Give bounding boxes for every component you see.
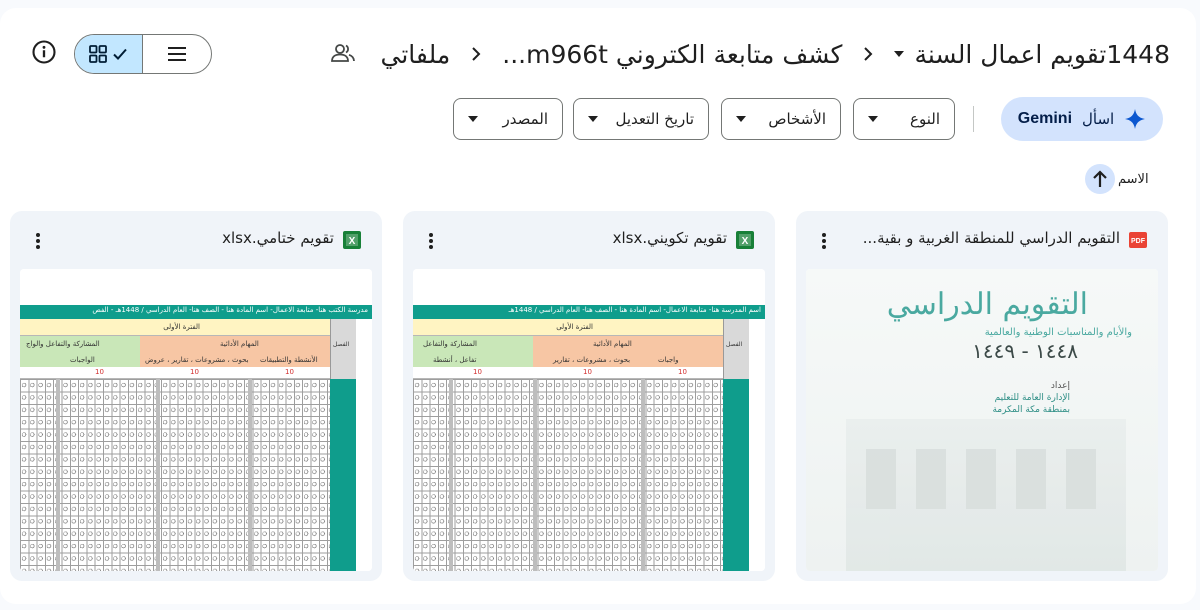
sheet-period-row: الفترة الأولى	[413, 319, 723, 336]
sheet-cells	[413, 379, 723, 571]
caret-down-icon	[894, 51, 905, 57]
more-vert-icon[interactable]	[812, 229, 836, 253]
calendar-years: ١٤٤٨ - ١٤٤٩	[972, 339, 1078, 363]
breadcrumb-folder[interactable]: كشف متابعة الكتروني m966t...	[502, 40, 842, 69]
pdf-icon: PDF	[1129, 232, 1147, 248]
list-icon	[168, 47, 186, 61]
sheet-score-row: 10 10 10	[413, 367, 723, 379]
gemini-brand: Gemini	[1017, 110, 1073, 127]
filter-people-label: الأشخاص	[768, 110, 826, 128]
file-card-xlsx[interactable]: X تقويم تكويني.xlsx اسم المدرسة هنا- متا…	[403, 211, 775, 581]
sheet-group-left: المشاركة والتفاعل	[423, 340, 477, 348]
caret-down-icon	[468, 116, 478, 122]
ask-gemini-button[interactable]: اسأل Gemini	[1001, 97, 1163, 141]
list-view-button[interactable]	[143, 35, 211, 73]
sheet-sub2: بحوث ، مشروعات ، تقارير	[553, 356, 631, 364]
sheet-period: الفترة الأولى	[163, 323, 200, 331]
filter-divider	[973, 106, 974, 132]
breadcrumb-current-folder[interactable]: 1448تقويم اعمال السنة	[894, 40, 1170, 69]
filter-modified-label: تاريخ التعديل	[615, 110, 694, 128]
calendar-prep: إعداد	[1050, 381, 1070, 391]
sheet-group-row: المشاركة والتفاعل المهام الأدائية	[413, 336, 723, 353]
sheet-n3: 10	[285, 368, 294, 376]
svg-text:X: X	[349, 236, 356, 247]
breadcrumb: ملفاتي كشف متابعة الكتروني m966t... 1448…	[381, 30, 1170, 78]
file-name: تقويم تكويني.xlsx	[612, 229, 727, 247]
sort-direction-button[interactable]	[1085, 164, 1115, 194]
file-name: تقويم ختامي.xlsx	[222, 229, 334, 247]
sheet-n1: 10	[473, 368, 482, 376]
file-thumbnail: اسم المدرسة هنا- متابعة الاعمال- اسم الم…	[413, 269, 765, 571]
filter-type-label: النوع	[910, 110, 940, 128]
sheet-period-row: الفترة الأولى	[20, 319, 330, 336]
sheet-score-row: 10 10 10	[20, 367, 330, 379]
sheet-header-bar: مدرسة الكتب هنا- متابعة الاعمال- اسم الم…	[20, 305, 372, 319]
sheet-n1: 10	[95, 368, 104, 376]
sheet-n2: 10	[583, 368, 592, 376]
grid-icon	[88, 45, 107, 63]
file-thumbnail: مدرسة الكتب هنا- متابعة الاعمال- اسم الم…	[20, 269, 372, 571]
sheet-sub1: تفاعل ، أنشطة	[433, 356, 477, 364]
check-icon	[112, 48, 127, 60]
building-illustration	[846, 419, 1126, 571]
sort-name-label[interactable]: الاسم	[1118, 172, 1149, 187]
filter-type-chip[interactable]: النوع	[853, 98, 955, 140]
sheet-side-column: الفصل	[330, 319, 356, 379]
sheet-sub3: الأنشطة والتطبيقات	[260, 356, 318, 364]
file-name: التقويم الدراسي للمنطقة الغربية و بقية..…	[862, 229, 1120, 247]
sheet-sub1: الواجبات	[70, 356, 95, 364]
sheet-period: الفترة الأولى	[556, 323, 593, 331]
sheet-sub-row: تفاعل ، أنشطة بحوث ، مشروعات ، تقارير وا…	[413, 353, 723, 367]
sheet-header-text: اسم المدرسة هنا- متابعة الاعمال- اسم الم…	[508, 306, 761, 314]
file-card-pdf[interactable]: PDF التقويم الدراسي للمنطقة الغربية و بق…	[796, 211, 1168, 581]
caret-down-icon	[868, 116, 878, 122]
sheet-sub2: بحوث ، مشروعات ، تقارير ، عروض	[145, 356, 249, 364]
calendar-org1: الإدارة العامة للتعليم	[994, 393, 1070, 403]
sheet-sub-row: الواجبات بحوث ، مشروعات ، تقارير ، عروض …	[20, 353, 330, 367]
chevron-right-icon	[464, 42, 488, 66]
pdf-type-text: PDF	[1131, 238, 1146, 245]
sheet-n3: 10	[678, 368, 687, 376]
sheet-cells	[20, 379, 330, 571]
file-card-xlsx[interactable]: X تقويم ختامي.xlsx مدرسة الكتب هنا- متاب…	[10, 211, 382, 581]
filter-source-label: المصدر	[502, 110, 548, 128]
current-folder-label: 1448تقويم اعمال السنة	[914, 39, 1170, 69]
calendar-org2: بمنطقة مكة المكرمة	[992, 405, 1070, 415]
sheet-group-right: المهام الأدائية	[220, 340, 259, 348]
filter-modified-chip[interactable]: تاريخ التعديل	[573, 98, 709, 140]
sheet-group-right: المهام الأدائية	[593, 340, 632, 348]
sheet-teal-column	[723, 379, 749, 571]
caret-down-icon	[588, 116, 598, 122]
people-icon[interactable]	[330, 42, 356, 68]
calendar-title: التقويم الدراسي	[886, 287, 1088, 322]
breadcrumb-my-files[interactable]: ملفاتي	[381, 40, 451, 69]
sheet-teal-column	[330, 379, 356, 571]
view-toggle	[74, 34, 212, 74]
grid-view-button[interactable]	[75, 35, 143, 73]
ask-gemini-label: اسأل	[1082, 110, 1115, 128]
sheet-sub3: واجبات	[658, 356, 679, 364]
more-vert-icon[interactable]	[26, 229, 50, 253]
sparkle-icon	[1125, 109, 1146, 129]
excel-icon: X	[343, 231, 361, 249]
filter-source-chip[interactable]: المصدر	[453, 98, 563, 140]
sheet-group-left: المشاركة والتفاعل والواج	[26, 340, 100, 348]
sheet-header-text: مدرسة الكتب هنا- متابعة الاعمال- اسم الم…	[92, 306, 368, 314]
excel-icon: X	[736, 231, 754, 249]
sheet-side-column: الفصل	[723, 319, 749, 379]
calendar-subtitle: والأيام والمناسبات الوطنية والعالمية	[984, 327, 1132, 338]
sheet-side-label: الفصل	[333, 341, 350, 348]
sheet-header-bar: اسم المدرسة هنا- متابعة الاعمال- اسم الم…	[413, 305, 765, 319]
filter-people-chip[interactable]: الأشخاص	[721, 98, 841, 140]
chevron-right-icon	[856, 42, 880, 66]
sheet-n2: 10	[190, 368, 199, 376]
svg-text:X: X	[742, 236, 749, 247]
arrow-up-icon	[1093, 170, 1107, 187]
caret-down-icon	[736, 116, 746, 122]
file-thumbnail: التقويم الدراسي والأيام والمناسبات الوطن…	[806, 269, 1158, 571]
sheet-group-row: المشاركة والتفاعل والواج المهام الأدائية	[20, 336, 330, 353]
info-icon[interactable]	[30, 38, 58, 66]
sheet-side-label: الفصل	[726, 341, 743, 348]
more-vert-icon[interactable]	[419, 229, 443, 253]
